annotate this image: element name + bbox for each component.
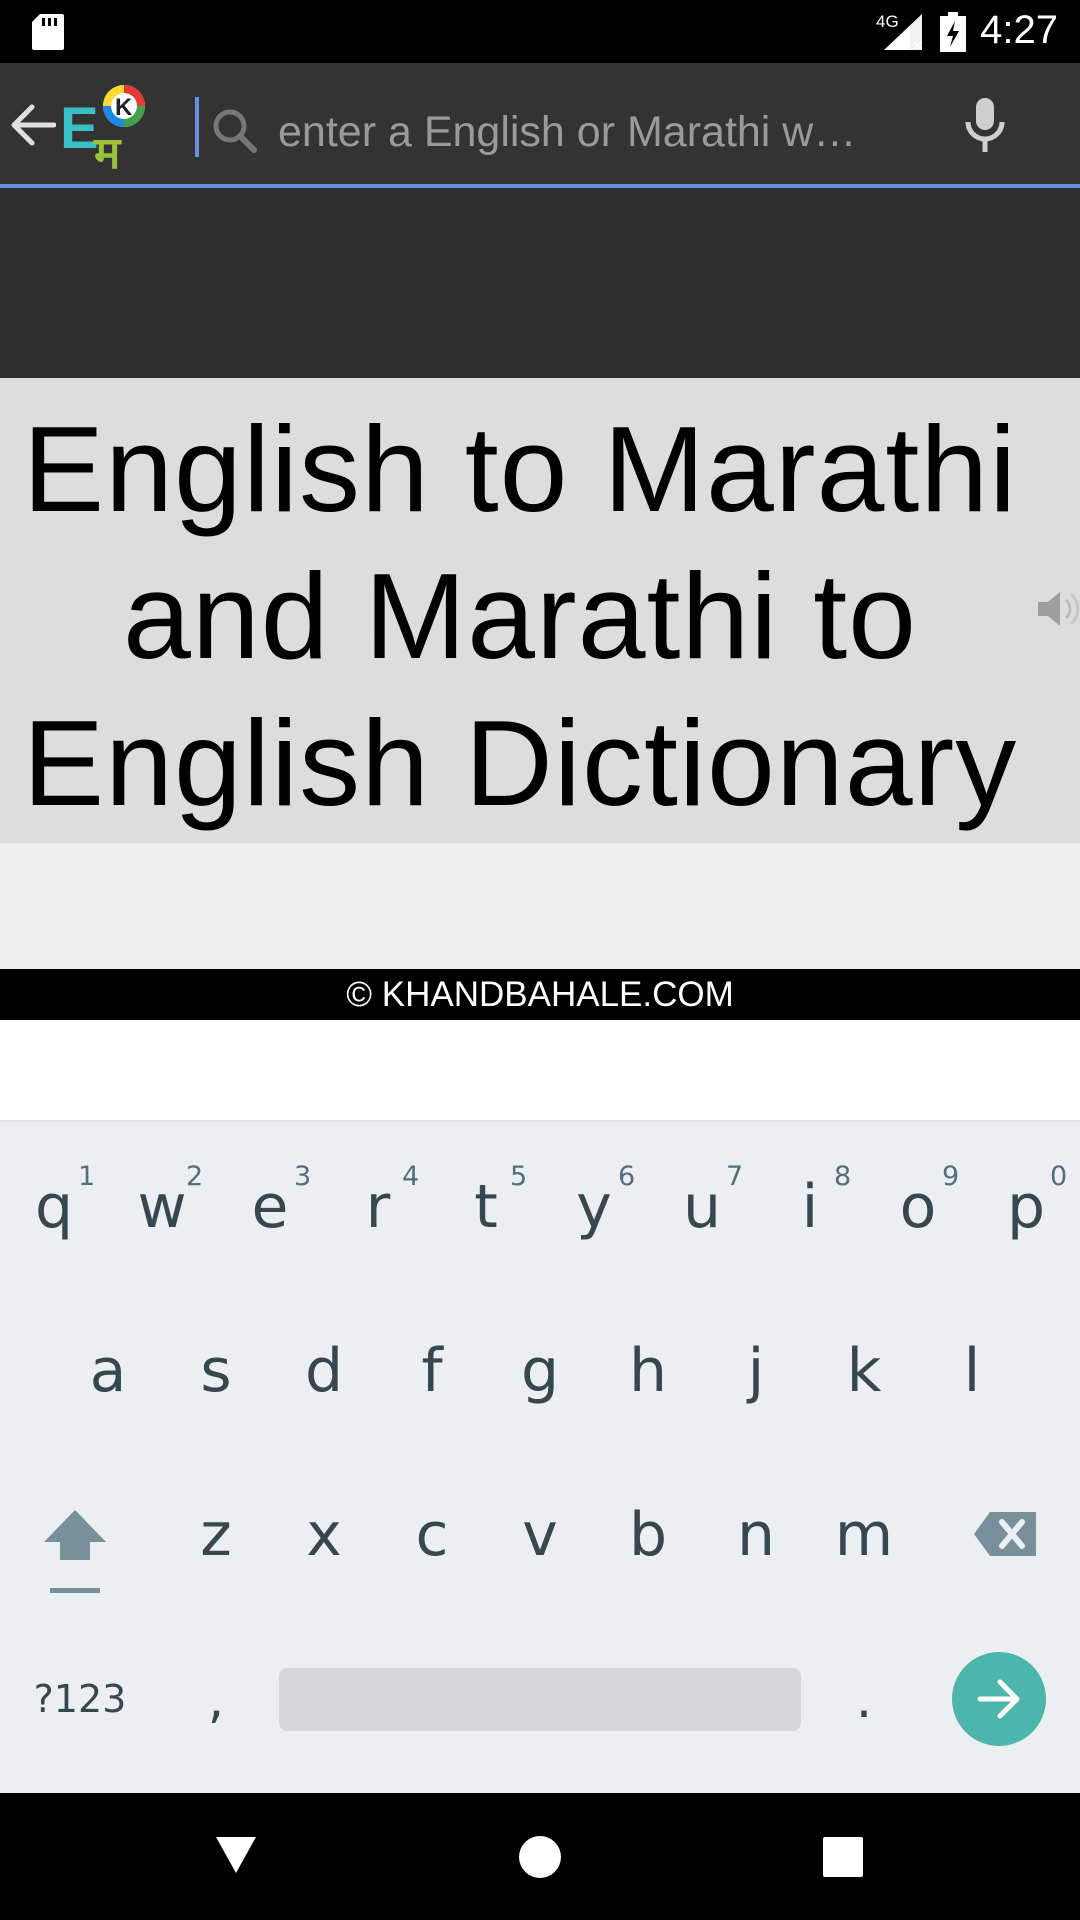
svg-text:×: ×: [912, 38, 924, 52]
title-line-1: English to Marathi: [22, 401, 1018, 537]
key-h[interactable]: h: [598, 1316, 698, 1426]
space-key[interactable]: [279, 1668, 801, 1731]
text-caret: [195, 97, 199, 157]
key-f[interactable]: f: [382, 1316, 482, 1426]
key-z[interactable]: z: [166, 1480, 266, 1590]
arrow-right-icon: [977, 1679, 1020, 1719]
key-hint: 6: [618, 1161, 636, 1192]
key-j[interactable]: j: [706, 1316, 806, 1426]
key-m[interactable]: m: [814, 1480, 914, 1590]
key-hint: 0: [1050, 1161, 1068, 1192]
key-hint: 8: [834, 1161, 852, 1192]
svg-text:E: E: [60, 96, 99, 161]
key-y[interactable]: y6: [544, 1152, 644, 1262]
key-k[interactable]: k: [814, 1316, 914, 1426]
key-a[interactable]: a: [58, 1316, 158, 1426]
key-t[interactable]: t5: [436, 1152, 536, 1262]
recents-square-icon[interactable]: [823, 1837, 863, 1877]
key-i[interactable]: i8: [760, 1152, 860, 1262]
key-d[interactable]: d: [274, 1316, 374, 1426]
key-hint: 3: [294, 1161, 312, 1192]
content-band: [0, 188, 1080, 378]
key-n[interactable]: n: [706, 1480, 806, 1590]
backspace-icon[interactable]: [972, 1510, 1038, 1558]
key-u[interactable]: u7: [652, 1152, 752, 1262]
shift-icon[interactable]: [42, 1508, 108, 1596]
key-hint: 9: [942, 1161, 960, 1192]
content-gap: [0, 843, 1080, 969]
search-input[interactable]: enter a English or Marathi w…: [278, 104, 898, 160]
blank-area: [0, 1020, 1080, 1120]
key-hint: 5: [510, 1161, 528, 1192]
microphone-icon[interactable]: [962, 98, 1008, 154]
key-s[interactable]: s: [166, 1316, 266, 1426]
key-o[interactable]: o9: [868, 1152, 968, 1262]
key-g[interactable]: g: [490, 1316, 590, 1426]
navigation-bar: [0, 1793, 1080, 1920]
key-hint: 7: [726, 1161, 744, 1192]
key-v[interactable]: v: [490, 1480, 590, 1590]
key-c[interactable]: c: [382, 1480, 482, 1590]
magnifier-icon: [213, 109, 257, 153]
speaker-icon[interactable]: [1036, 588, 1080, 630]
back-triangle-icon[interactable]: [214, 1835, 258, 1875]
key-hint: 1: [78, 1161, 96, 1192]
svg-text:म: म: [93, 129, 122, 170]
title-line-2: and Marathi to: [123, 548, 917, 684]
period-key[interactable]: .: [814, 1660, 914, 1740]
copyright-bar: © KHANDBAHALE.COM: [0, 969, 1080, 1020]
clock: 4:27: [980, 8, 1058, 52]
svg-text:K: K: [115, 94, 133, 121]
key-x[interactable]: x: [274, 1480, 374, 1590]
arrow-left-icon[interactable]: [10, 103, 56, 147]
khandbahale-logo[interactable]: E म K: [58, 84, 150, 170]
status-bar: 4G × 4:27: [0, 0, 1080, 63]
signal-icon: ×: [884, 14, 924, 52]
key-w[interactable]: w2: [112, 1152, 212, 1262]
symbols-key[interactable]: ?123: [20, 1668, 140, 1731]
comma-key[interactable]: ,: [166, 1660, 266, 1740]
key-e[interactable]: e3: [220, 1152, 320, 1262]
key-r[interactable]: r4: [328, 1152, 428, 1262]
battery-charging-icon: [940, 12, 966, 52]
sd-card-icon: [32, 14, 64, 50]
key-hint: 2: [186, 1161, 204, 1192]
key-b[interactable]: b: [598, 1480, 698, 1590]
enter-key[interactable]: [952, 1652, 1046, 1746]
key-q[interactable]: q1: [4, 1152, 104, 1262]
key-hint: 4: [402, 1161, 420, 1192]
key-p[interactable]: p0: [976, 1152, 1076, 1262]
key-l[interactable]: l: [922, 1316, 1022, 1426]
title-line-3: English Dictionary: [22, 695, 1018, 831]
home-circle-icon[interactable]: [518, 1835, 562, 1879]
page-title: English to Marathi and Marathi to Englis…: [0, 396, 1040, 837]
